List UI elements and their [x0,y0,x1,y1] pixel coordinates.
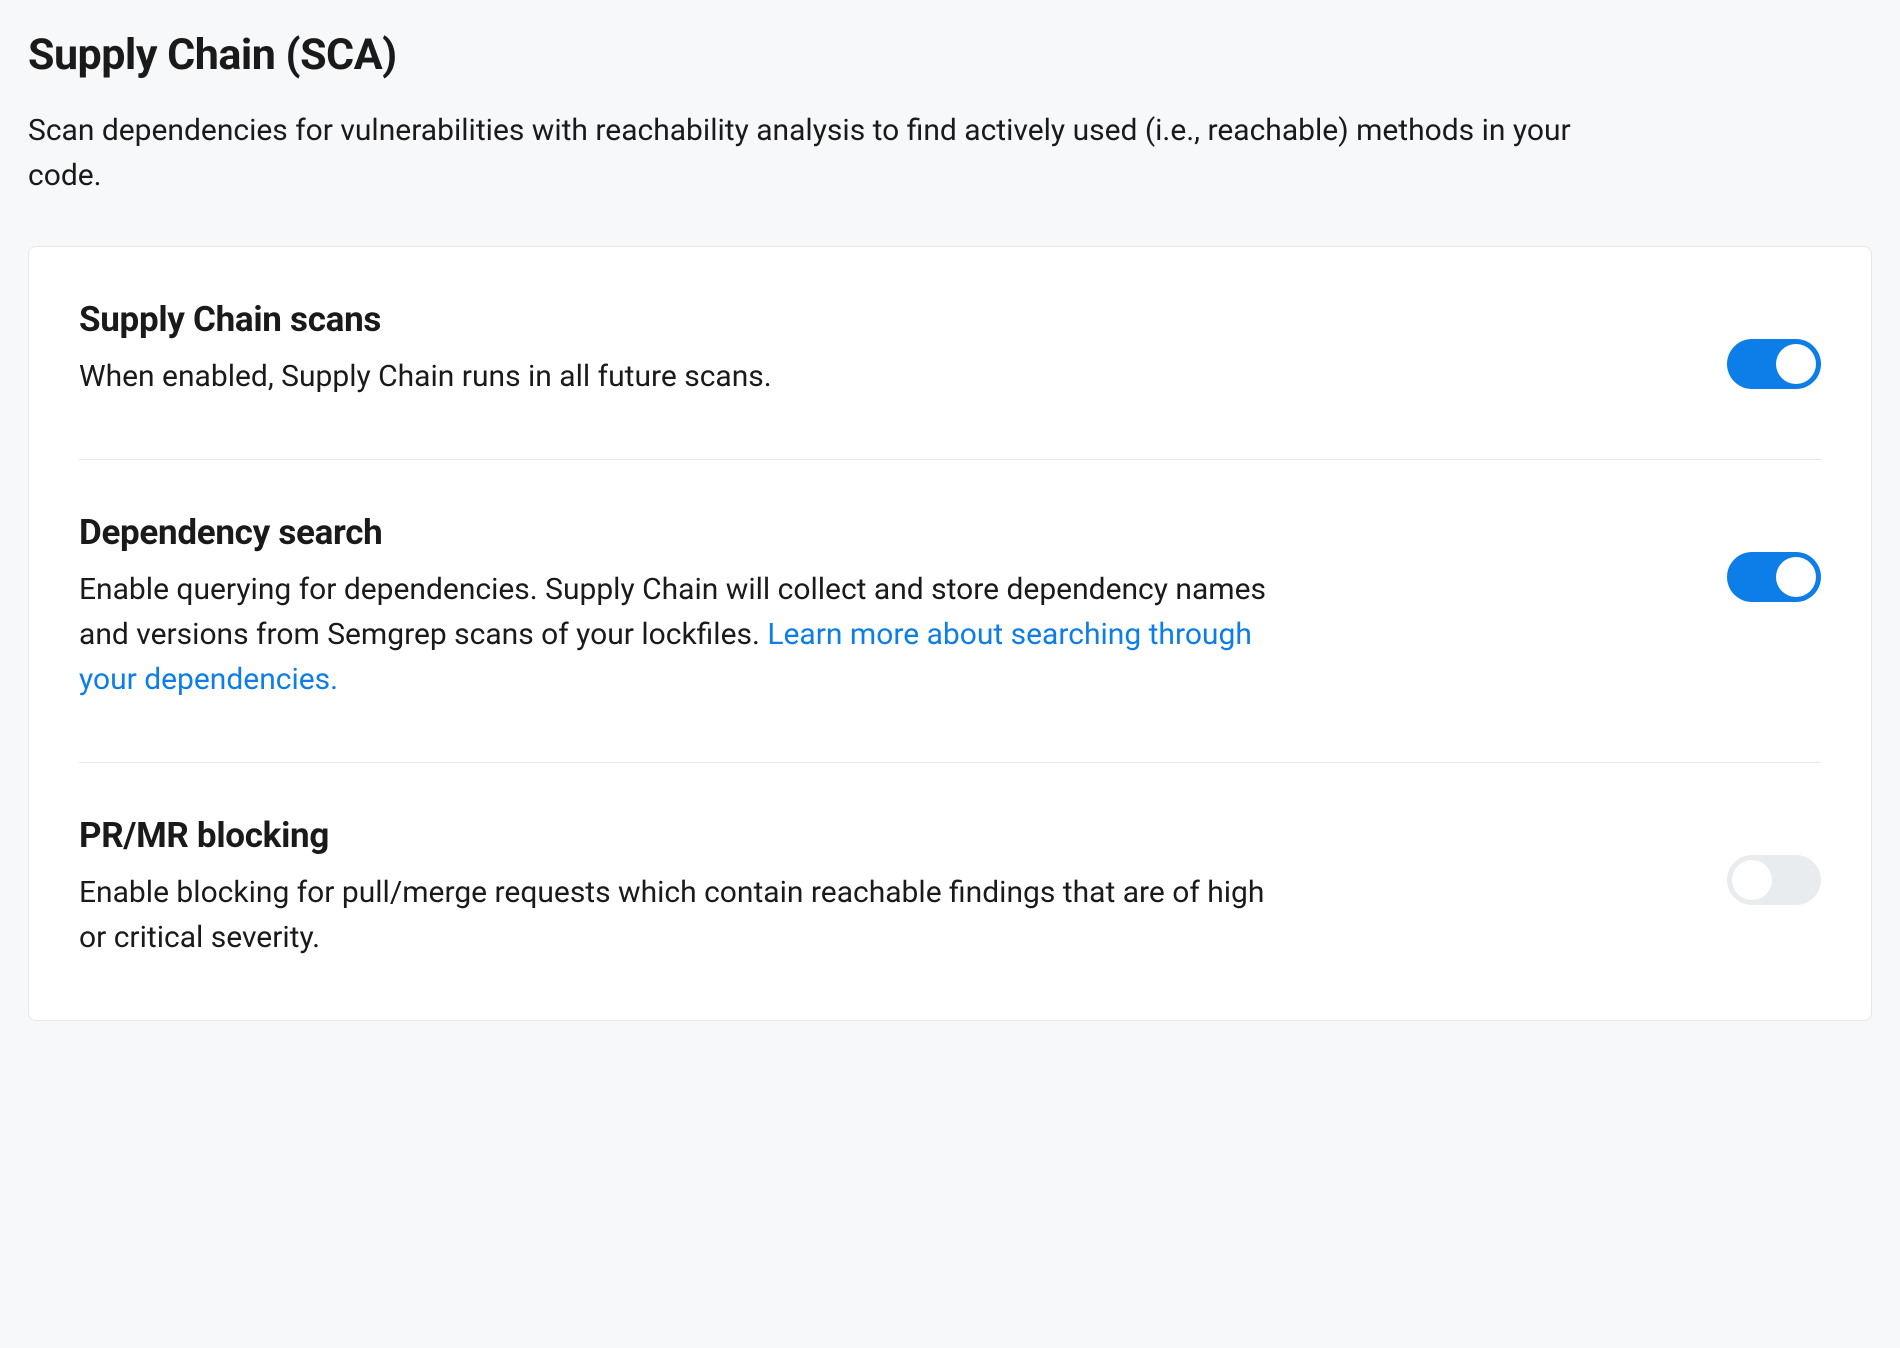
toggle-knob [1776,344,1816,384]
toggle-wrap [1727,815,1821,905]
toggle-knob [1776,557,1816,597]
page-subtitle: Scan dependencies for vulnerabilities wi… [28,108,1578,198]
setting-text: Dependency search Enable querying for de… [79,512,1299,702]
toggle-dependency-search[interactable] [1727,552,1821,602]
toggle-pr-mr-blocking[interactable] [1727,855,1821,905]
setting-title-pr-mr-blocking: PR/MR blocking [79,815,1299,856]
setting-desc-dependency-search: Enable querying for dependencies. Supply… [79,567,1299,702]
toggle-knob [1732,860,1772,900]
toggle-wrap [1727,299,1821,389]
page-title: Supply Chain (SCA) [28,30,1872,80]
setting-pr-mr-blocking: PR/MR blocking Enable blocking for pull/… [79,763,1821,1020]
setting-supply-chain-scans: Supply Chain scans When enabled, Supply … [79,247,1821,460]
setting-desc-supply-chain-scans: When enabled, Supply Chain runs in all f… [79,354,1299,399]
setting-title-dependency-search: Dependency search [79,512,1299,553]
settings-card: Supply Chain scans When enabled, Supply … [28,246,1872,1021]
setting-desc-pr-mr-blocking: Enable blocking for pull/merge requests … [79,870,1299,960]
setting-text: PR/MR blocking Enable blocking for pull/… [79,815,1299,960]
toggle-wrap [1727,512,1821,602]
setting-title-supply-chain-scans: Supply Chain scans [79,299,1299,340]
setting-dependency-search: Dependency search Enable querying for de… [79,460,1821,763]
setting-text: Supply Chain scans When enabled, Supply … [79,299,1299,399]
toggle-supply-chain-scans[interactable] [1727,339,1821,389]
